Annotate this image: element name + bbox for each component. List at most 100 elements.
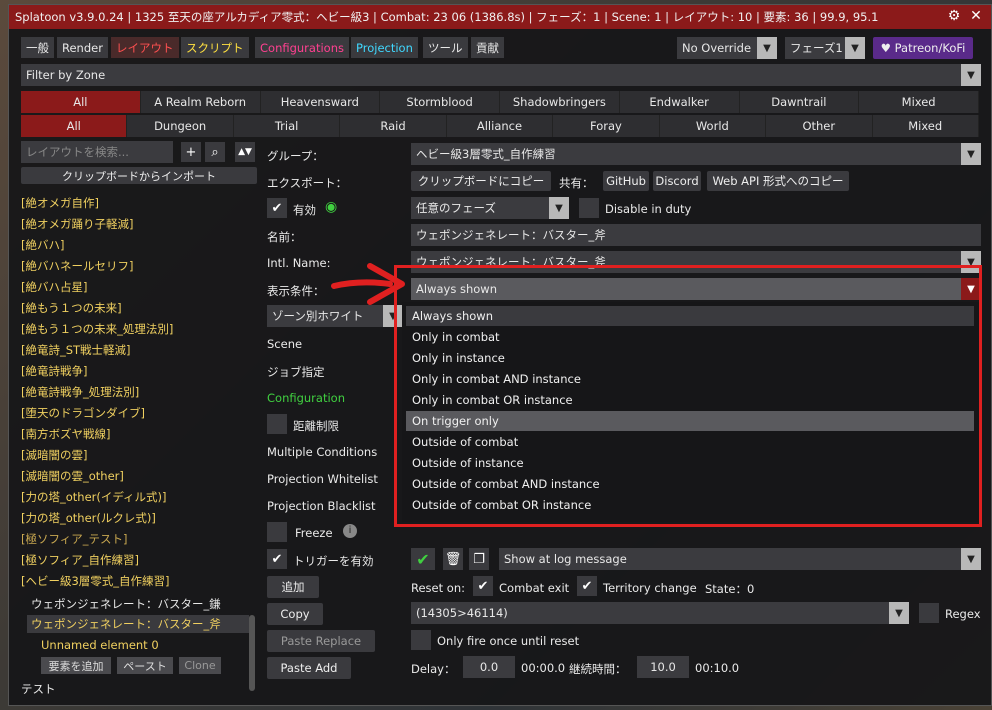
zone-filter-item[interactable]: Endwalker xyxy=(619,91,740,113)
regex-checkbox[interactable] xyxy=(919,603,939,623)
list-item[interactable]: [絶もう１つの未来_処理法別] xyxy=(21,321,173,337)
copy-button[interactable]: Copy xyxy=(267,603,323,625)
chevron-down-icon: ▼ xyxy=(757,37,777,59)
paste-button[interactable]: ペースト xyxy=(117,657,173,674)
paste-add-button[interactable]: Paste Add xyxy=(267,657,351,679)
list-item[interactable]: [滅暗闇の雲] xyxy=(21,447,87,463)
override-select[interactable]: No Override ▼ xyxy=(677,37,777,59)
tab-layout[interactable]: レイアウト xyxy=(111,37,179,58)
territory-change-checkbox[interactable]: ✔ xyxy=(577,576,597,596)
content-filter-item[interactable]: Foray xyxy=(553,115,660,137)
combat-exit-checkbox[interactable]: ✔ xyxy=(473,576,493,596)
collapse-icon[interactable]: ⚙ xyxy=(945,7,963,25)
list-item[interactable]: [南方ボズヤ戦線] xyxy=(21,426,110,442)
search-icon[interactable]: ⌕ xyxy=(205,142,225,162)
paste-replace-button[interactable]: Paste Replace xyxy=(267,630,375,652)
regex-label: Regex xyxy=(945,607,981,621)
tab-configurations[interactable]: Configurations xyxy=(255,37,349,58)
once-fire-checkbox[interactable] xyxy=(411,630,431,650)
content-filter-item[interactable]: Raid xyxy=(340,115,447,137)
list-item[interactable]: [滅暗闇の雲_other] xyxy=(21,468,124,484)
list-item[interactable]: [力の塔_other(ルクレ式)] xyxy=(21,510,156,526)
unnamed-element[interactable]: Unnamed element 0 xyxy=(41,638,159,652)
distance-checkbox[interactable] xyxy=(267,414,287,434)
tab-contribute[interactable]: 貢献 xyxy=(471,37,504,58)
add-trigger-button[interactable]: 追加 xyxy=(267,576,319,598)
list-item[interactable]: [絶バハ占星] xyxy=(21,279,87,295)
patreon-button[interactable]: ♥ Patreon/KoFi xyxy=(873,37,973,59)
disable-duty-checkbox[interactable] xyxy=(579,198,599,218)
chevron-down-icon: ▼ xyxy=(961,548,981,570)
content-filter-item[interactable]: Alliance xyxy=(446,115,554,137)
tab-general[interactable]: 一般 xyxy=(21,37,54,58)
zone-filter-item[interactable]: Mixed xyxy=(859,91,979,113)
trigger-checkbox[interactable]: ✔ xyxy=(267,549,287,569)
filter-zone-select[interactable]: Filter by Zone ▼ xyxy=(21,64,981,86)
element-item[interactable]: ウェポンジェネレート：バスター_鎌 xyxy=(31,596,221,612)
trigger-type-select[interactable]: Show at log message ▼ xyxy=(499,548,981,570)
eye-icon[interactable]: ◉ xyxy=(325,199,337,215)
content-filter-item[interactable]: Mixed xyxy=(872,115,979,137)
add-element-button[interactable]: 要素を追加 xyxy=(41,657,111,674)
name-input[interactable]: ウェポンジェネレート：バスター_斧 xyxy=(411,224,981,246)
discord-button[interactable]: Discord xyxy=(653,171,701,191)
clone-button[interactable]: Clone xyxy=(179,657,221,674)
window-title: Splatoon v3.9.0.24 | 1325 至天の座アルカディア零式：ヘ… xyxy=(15,10,879,24)
tab-projection[interactable]: Projection xyxy=(351,37,418,58)
delay-input[interactable]: 0.0 xyxy=(463,656,515,678)
phase-select[interactable]: フェーズ1 ▼ xyxy=(785,37,865,59)
plus-icon[interactable]: + xyxy=(181,142,201,162)
list-item[interactable]: [絶もう１つの未来] xyxy=(21,300,122,316)
list-item[interactable]: [絶バハネールセリフ] xyxy=(21,258,133,274)
content-filter-item[interactable]: All xyxy=(21,115,128,137)
trash-icon[interactable]: 🗑 xyxy=(443,548,463,570)
group-select[interactable]: ヘビー級3層零式_自作練習 ▼ xyxy=(411,143,981,165)
zone-filter-item[interactable]: Heavensward xyxy=(260,91,381,113)
trigger-message-input[interactable]: (14305>46114) ▼ xyxy=(411,602,909,624)
projection-whitelist-label: Projection Whitelist xyxy=(267,472,378,486)
github-button[interactable]: GitHub xyxy=(603,171,649,191)
chevron-down-icon: ▼ xyxy=(845,37,865,59)
list-item[interactable]: [絶竜詩戦争] xyxy=(21,363,87,379)
test-layout-item[interactable]: テスト xyxy=(21,681,56,697)
duration-input[interactable]: 10.0 xyxy=(637,656,689,678)
content-filter-item[interactable]: Dungeon xyxy=(127,115,234,137)
title-bar[interactable]: Splatoon v3.9.0.24 | 1325 至天の座アルカディア零式：ヘ… xyxy=(9,5,991,29)
zone-filter-item[interactable]: A Realm Reborn xyxy=(140,91,261,113)
phase-condition-select[interactable]: 任意のフェーズ ▼ xyxy=(411,197,569,219)
list-item[interactable]: [極ソフィア_テスト] xyxy=(21,531,128,547)
copy-clipboard-button[interactable]: クリップボードにコピー xyxy=(411,171,551,191)
sort-icon[interactable]: ▲▼ xyxy=(235,142,255,162)
list-item[interactable]: [絶竜詩_ST戦士軽減] xyxy=(21,342,131,358)
close-icon[interactable]: ✕ xyxy=(967,7,985,25)
scrollbar[interactable] xyxy=(249,615,255,691)
list-item[interactable]: [力の塔_other(イディル式)] xyxy=(21,489,167,505)
list-item[interactable]: [絶竜詩戦争_処理法別] xyxy=(21,384,139,400)
freeze-checkbox[interactable] xyxy=(267,522,287,542)
list-item[interactable]: [絶オメガ踊り子軽減] xyxy=(21,216,133,232)
list-item[interactable]: [絶オメガ自作] xyxy=(21,195,99,211)
zone-filter-item[interactable]: Dawntrail xyxy=(739,91,860,113)
checkmark-icon[interactable]: ✔ xyxy=(411,548,435,570)
element-item-selected[interactable]: ウェポンジェネレート：バスター_斧 xyxy=(27,615,249,633)
zone-filter-item[interactable]: Stormblood xyxy=(380,91,500,113)
tab-tools[interactable]: ツール xyxy=(423,37,468,58)
content-filter-item[interactable]: Trial xyxy=(233,115,341,137)
zone-filter-item[interactable]: Shadowbringers xyxy=(500,91,620,113)
enabled-label: 有効 xyxy=(293,203,316,217)
tab-render[interactable]: Render xyxy=(57,37,108,58)
tab-script[interactable]: スクリプト xyxy=(181,37,249,58)
info-icon[interactable]: i xyxy=(343,524,357,538)
list-item[interactable]: [堕天のドラゴンダイブ] xyxy=(21,405,145,421)
copy-icon[interactable]: ❐ xyxy=(469,548,489,570)
zone-filter-item[interactable]: All xyxy=(21,91,141,113)
content-filter-item[interactable]: World xyxy=(659,115,767,137)
list-item[interactable]: [極ソフィア_自作練習] xyxy=(21,552,139,568)
webapi-copy-button[interactable]: Web API 形式へのコピー xyxy=(707,171,849,191)
list-item[interactable]: [ヘビー級3層零式_自作練習] xyxy=(21,573,170,589)
import-clipboard-button[interactable]: クリップボードからインポート xyxy=(21,167,257,184)
layout-search-input[interactable]: レイアウトを検索... xyxy=(21,141,173,163)
list-item[interactable]: [絶バハ] xyxy=(21,237,64,253)
content-filter-item[interactable]: Other xyxy=(766,115,873,137)
enabled-checkbox[interactable]: ✔ xyxy=(267,198,287,218)
